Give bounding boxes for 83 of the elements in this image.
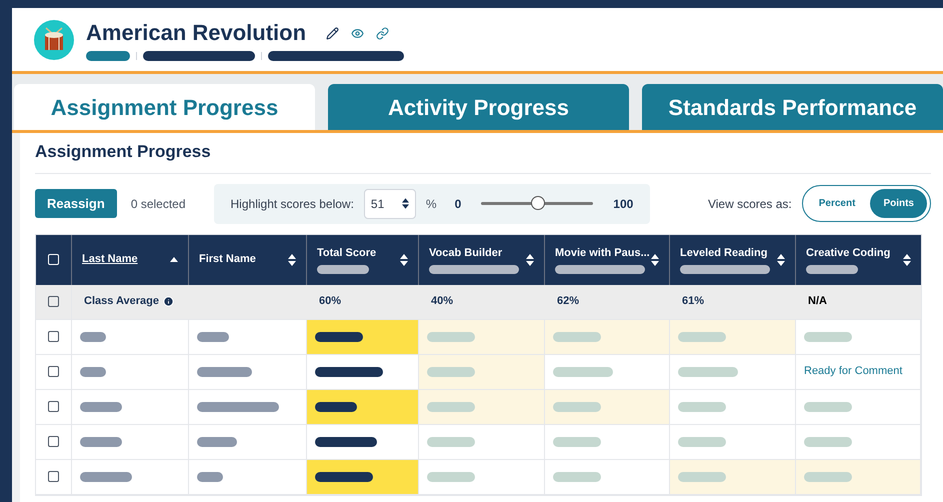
tab[interactable]: Standards Performance — [642, 84, 943, 130]
redacted-bar — [80, 472, 132, 482]
checkbox[interactable] — [48, 401, 59, 412]
redacted-bar — [804, 472, 852, 482]
page-title: American Revolution — [86, 20, 306, 46]
column-header[interactable]: Total Score — [317, 244, 376, 262]
checkbox[interactable] — [48, 366, 59, 377]
column-header[interactable]: Movie with Paus... — [555, 244, 650, 262]
average-value: 40% — [431, 294, 454, 310]
redacted-bar — [197, 472, 223, 482]
redacted-bar — [315, 402, 357, 412]
redacted-bar — [678, 472, 726, 482]
redacted-bar — [197, 436, 237, 446]
redacted-bar — [315, 366, 383, 376]
average-value: 60% — [319, 294, 342, 310]
redacted-bar — [804, 402, 852, 412]
sort-ascending-icon[interactable] — [170, 257, 178, 262]
column-header[interactable]: First Name — [199, 251, 256, 268]
average-value: 62% — [557, 294, 580, 310]
slider-max: 100 — [613, 196, 634, 212]
redacted-bar — [553, 366, 613, 376]
column-header[interactable]: Last Name — [82, 251, 138, 268]
redacted-bar — [427, 402, 475, 412]
tab[interactable]: Activity Progress — [328, 84, 629, 130]
redacted-bar — [553, 402, 601, 412]
sort-icon[interactable] — [777, 254, 785, 266]
redacted-bar — [80, 402, 122, 412]
eye-icon[interactable] — [351, 26, 364, 40]
sort-icon[interactable] — [651, 254, 659, 266]
average-value: 61% — [682, 294, 704, 310]
redacted-bar — [678, 402, 726, 412]
redacted-bar — [553, 436, 601, 446]
drum-icon — [34, 20, 74, 60]
average-value: N/A — [808, 294, 827, 310]
redacted-bar — [86, 51, 130, 61]
sort-icon[interactable] — [288, 254, 296, 266]
redacted-bar — [427, 332, 475, 342]
slider-min: 0 — [454, 196, 462, 212]
spinner-icon[interactable] — [402, 198, 409, 209]
edit-icon[interactable] — [326, 26, 340, 40]
number-field[interactable]: 51 — [364, 188, 416, 218]
highlight-label: Highlight scores below: — [230, 196, 354, 212]
toggle-option[interactable]: Points — [870, 189, 927, 218]
redacted-bar — [80, 436, 122, 446]
redacted-bar — [197, 332, 229, 342]
link-icon[interactable] — [376, 26, 390, 40]
class-average-label: Class Average — [84, 294, 160, 310]
sort-icon[interactable] — [400, 254, 408, 266]
section-title: Assignment Progress — [35, 133, 219, 174]
redacted-bar — [678, 436, 726, 446]
info-icon[interactable] — [163, 296, 174, 307]
view-label: View scores as: — [708, 196, 792, 212]
redacted-bar — [80, 366, 106, 376]
column-header[interactable]: Leveled Reading — [680, 244, 770, 262]
redacted-bar — [804, 436, 852, 446]
redacted-bar — [427, 366, 475, 376]
redacted-bar — [553, 332, 601, 342]
sort-icon[interactable] — [526, 254, 534, 266]
redacted-bar — [315, 436, 377, 446]
percent-sign: % — [426, 196, 437, 212]
redacted-bar — [197, 366, 252, 376]
column-header[interactable]: Creative Coding — [806, 244, 890, 262]
checkbox[interactable] — [48, 331, 59, 342]
redacted-bar — [804, 332, 852, 342]
redacted-bar — [315, 472, 373, 482]
redacted-bar — [427, 436, 475, 446]
reassign-button[interactable]: Reassign — [35, 189, 117, 218]
redacted-bar — [678, 366, 738, 376]
checkbox[interactable] — [48, 296, 59, 307]
checkbox[interactable] — [48, 471, 59, 482]
sort-icon[interactable] — [903, 254, 911, 266]
status-link[interactable]: Ready for Comment — [804, 363, 902, 380]
redacted-bar — [427, 472, 475, 482]
redacted-bar — [80, 332, 106, 342]
slider-thumb[interactable] — [531, 196, 546, 210]
checkbox[interactable] — [48, 436, 59, 447]
redacted-bar — [553, 472, 601, 482]
toggle-option[interactable]: Percent — [806, 189, 868, 218]
column-header[interactable]: Vocab Builder — [429, 244, 519, 262]
selected-count: 0 selected — [130, 196, 186, 212]
tab[interactable]: Assignment Progress — [14, 84, 315, 130]
redacted-bar — [315, 332, 363, 342]
redacted-bar — [678, 332, 726, 342]
